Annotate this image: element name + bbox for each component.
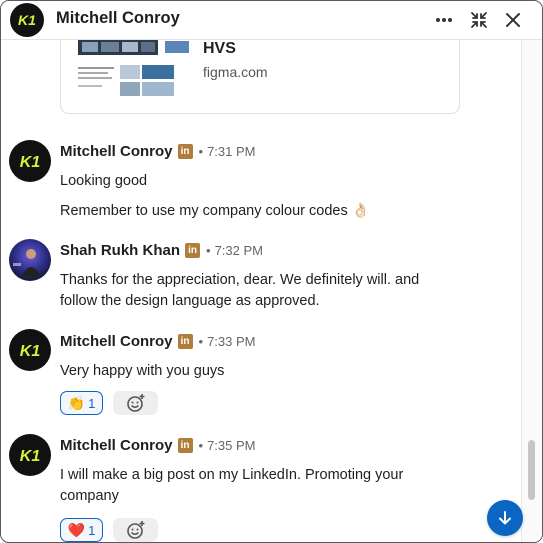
svg-text:K1: K1 [20, 343, 41, 360]
message-text: Looking good [60, 173, 148, 189]
header-avatar[interactable]: K1 [10, 3, 44, 37]
message-header: Mitchell Conroy in • 7:35 PM [60, 434, 256, 456]
message-time: 7:33 PM [207, 333, 256, 349]
message-list: HVS figma.com K1 Mitchell Conroy in • 7:… [1, 40, 521, 542]
heart-emoji-icon: ❤️ [67, 521, 86, 538]
preview-title: HVS [203, 40, 236, 57]
reaction-chip[interactable]: ❤️ 1 [60, 518, 103, 542]
linkedin-badge-icon: in [185, 242, 201, 258]
message-text: I will make a big post on my LinkedIn. P… [60, 467, 404, 504]
linkedin-badge-icon: in [177, 437, 193, 453]
clap-emoji-icon: 👏 [67, 394, 86, 411]
scrollbar-thumb[interactable] [528, 440, 535, 500]
minimize-icon [471, 12, 487, 28]
close-icon [506, 13, 520, 27]
sender-name[interactable]: Mitchell Conroy [60, 437, 173, 454]
separator-dot: • [198, 143, 204, 159]
scroll-to-bottom-button[interactable] [487, 500, 523, 536]
scrollbar[interactable] [521, 40, 542, 542]
message-text: Thanks for the appreciation, dear. We de… [60, 272, 420, 309]
message-text: Remember to use my company colour codes … [60, 203, 370, 219]
separator-dot: • [206, 242, 211, 258]
sender-avatar[interactable]: K1 [9, 434, 51, 476]
scroll-down-icon [499, 511, 511, 525]
sender-avatar-photo[interactable] [9, 239, 51, 281]
message-text: Very happy with you guys [60, 363, 225, 379]
add-reaction-icon [126, 521, 144, 539]
close-button[interactable] [502, 9, 524, 31]
message-time: 7:31 PM [207, 143, 256, 159]
add-reaction-button[interactable] [113, 518, 158, 542]
preview-domain: figma.com [203, 64, 268, 80]
svg-text:K1: K1 [20, 448, 41, 465]
message-time: 7:32 PM [214, 242, 263, 258]
linkedin-badge-icon: in [177, 143, 193, 159]
add-reaction-button[interactable] [113, 391, 158, 415]
svg-text:K1: K1 [20, 154, 41, 171]
sender-name[interactable]: Shah Rukh Khan [60, 242, 180, 259]
add-reaction-icon [126, 394, 144, 412]
message-header: Mitchell Conroy in • 7:31 PM [60, 140, 256, 162]
separator-dot: • [198, 437, 204, 453]
more-options-button[interactable] [433, 9, 455, 31]
sender-avatar[interactable]: K1 [9, 329, 51, 371]
chat-header: K1 Mitchell Conroy [1, 1, 542, 40]
reaction-chip[interactable]: 👏 1 [60, 391, 103, 415]
reaction-count: 1 [88, 522, 96, 538]
sender-avatar[interactable]: K1 [9, 140, 51, 182]
link-preview-card[interactable]: HVS figma.com [60, 40, 460, 114]
message-time: 7:35 PM [207, 437, 256, 453]
sender-name[interactable]: Mitchell Conroy [60, 333, 173, 350]
minimize-button[interactable] [468, 9, 490, 31]
chat-window: K1 Mitchell Conroy HVS figma.com K1 Mitc… [0, 0, 543, 543]
reaction-count: 1 [88, 395, 96, 411]
message-header: Shah Rukh Khan in • 7:32 PM [60, 239, 263, 261]
more-icon [436, 18, 452, 22]
preview-thumbnail [78, 40, 189, 96]
linkedin-badge-icon: in [177, 333, 193, 349]
sender-name[interactable]: Mitchell Conroy [60, 143, 173, 160]
svg-text:K1: K1 [18, 12, 36, 28]
separator-dot: • [198, 333, 204, 349]
header-title[interactable]: Mitchell Conroy [56, 9, 180, 28]
message-header: Mitchell Conroy in • 7:33 PM [60, 330, 256, 352]
